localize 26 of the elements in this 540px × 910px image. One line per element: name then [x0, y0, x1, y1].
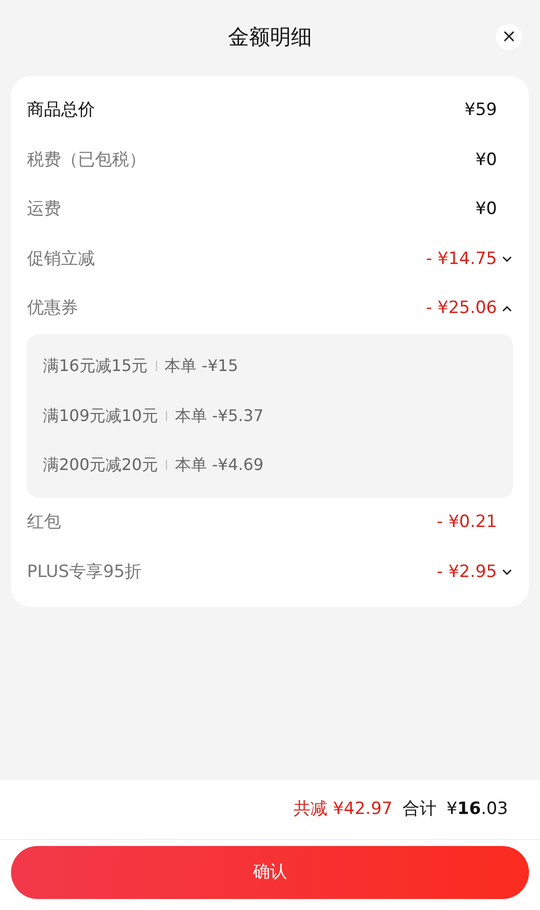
row-amount: - ¥2.95: [436, 560, 497, 584]
row-label: 商品总价: [27, 99, 95, 122]
coupon-condition: 满200元减20元: [43, 454, 158, 476]
row-amount: ¥0: [475, 148, 497, 172]
coupon-condition: 满109元减10元: [43, 404, 158, 427]
row-label: 促销立减: [27, 248, 95, 270]
row-label: 运费: [27, 198, 61, 221]
row-amount: ¥0: [475, 198, 497, 221]
confirm-button[interactable]: 确认: [11, 846, 529, 899]
coupon-amount: 本单 -¥15: [164, 355, 238, 378]
saved-amount: 共减 ¥42.97: [294, 798, 392, 821]
row-label: 红包: [27, 511, 61, 534]
row-amount: ¥59: [464, 99, 497, 122]
row-amount: - ¥0.21: [436, 511, 497, 534]
row-label: PLUS专享95折: [27, 560, 142, 584]
coupon-condition: 满16元减15元: [43, 355, 148, 378]
sheet-title: 金额明细: [228, 24, 312, 52]
row-amount: - ¥25.06: [426, 297, 497, 320]
total-amount: ¥16.03: [446, 798, 508, 821]
coupon-amount: 本单 -¥4.69: [174, 454, 264, 476]
row-label: 税费（已包税）: [27, 148, 146, 172]
close-button[interactable]: ×: [496, 24, 522, 50]
row-amount: - ¥14.75: [426, 248, 497, 270]
coupon-amount: 本单 -¥5.37: [174, 404, 264, 427]
total-label: 合计: [402, 798, 436, 821]
row-label: 优惠券: [27, 297, 78, 320]
